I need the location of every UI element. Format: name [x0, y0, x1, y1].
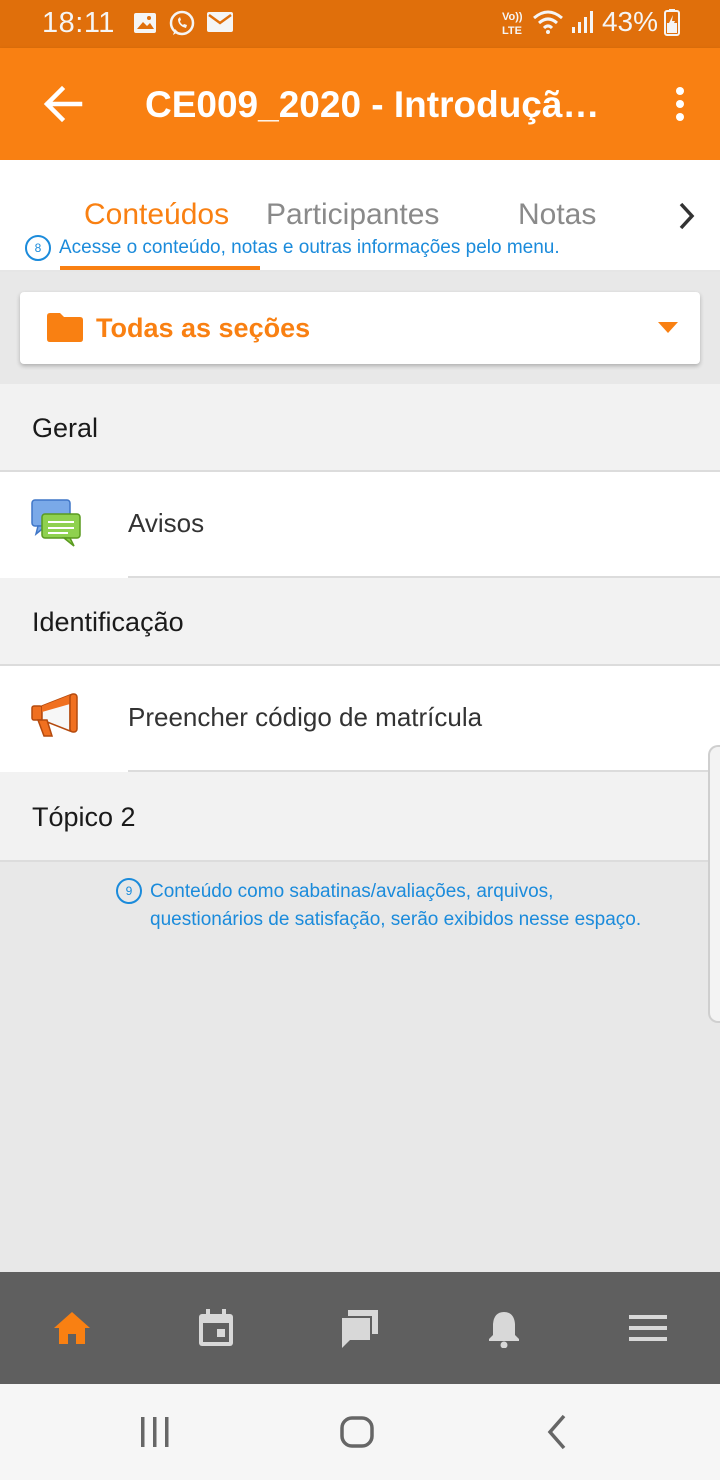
annotation-number: 8	[25, 235, 51, 261]
home-circle-icon[interactable]	[338, 1412, 376, 1452]
arrow-left-icon[interactable]	[40, 82, 88, 126]
system-nav-bar	[0, 1384, 720, 1480]
annotation-number: 9	[116, 878, 142, 904]
divider	[128, 576, 720, 578]
section-header-geral[interactable]: Geral	[0, 384, 720, 472]
back-chevron-icon[interactable]	[542, 1412, 572, 1452]
battery-percent: 43%	[601, 6, 658, 37]
notifications-icon[interactable]	[484, 1308, 524, 1348]
annotation-text: Conteúdo como sabatinas/avaliações, arqu…	[150, 881, 554, 902]
divider	[128, 770, 720, 772]
module-label: Preencher código de matrícula	[128, 702, 483, 732]
status-bar: 18:11 Vo)) LTE 43%	[0, 0, 720, 48]
recents-icon[interactable]	[138, 1412, 172, 1452]
course-contents: Geral Avisos Identificação Preencher cód…	[0, 384, 720, 862]
status-time: 18:11	[42, 7, 115, 39]
whatsapp-icon	[169, 10, 195, 36]
home-icon[interactable]	[52, 1308, 92, 1348]
svg-text:Vo)): Vo))	[502, 11, 523, 23]
active-tab-indicator	[60, 266, 260, 270]
module-avisos[interactable]: Avisos	[0, 472, 720, 578]
gallery-icon	[134, 13, 156, 33]
megaphone-icon	[31, 693, 78, 737]
wifi-icon	[532, 10, 563, 34]
tab-participantes[interactable]: Participantes	[266, 198, 439, 232]
status-right-group: Vo)) LTE 43%	[500, 6, 680, 38]
section-selector[interactable]: Todas as seções	[20, 292, 700, 364]
mail-icon	[207, 12, 233, 32]
more-vert-icon[interactable]	[670, 86, 690, 122]
dropdown-arrow-icon	[658, 322, 678, 333]
app-bar: CE009_2020 - Introdução...	[0, 48, 720, 160]
messages-icon[interactable]	[340, 1308, 380, 1348]
annotation-8: 8 Acesse o conteúdo, notas e outras info…	[25, 235, 560, 261]
forum-icon	[31, 499, 81, 547]
volte-icon: Vo)) LTE	[502, 11, 523, 36]
edge-panel-handle[interactable]	[708, 745, 720, 1023]
annotation-text-block: Conteúdo como sabatinas/avaliações, arqu…	[150, 878, 641, 934]
bottom-nav	[0, 1272, 720, 1384]
annotation-9: 9 Conteúdo como sabatinas/avaliações, ar…	[116, 878, 641, 934]
menu-icon[interactable]	[628, 1308, 668, 1348]
annotation-text: Acesse o conteúdo, notas e outras inform…	[59, 237, 560, 258]
folder-icon	[47, 313, 83, 342]
svg-text:LTE: LTE	[502, 25, 522, 36]
battery-icon	[664, 9, 680, 36]
module-label: Avisos	[128, 508, 205, 538]
module-preencher-codigo[interactable]: Preencher código de matrícula	[0, 666, 720, 772]
tab-notas[interactable]: Notas	[518, 198, 596, 232]
tab-conteudos[interactable]: Conteúdos	[84, 198, 229, 232]
chevron-right-icon[interactable]	[676, 200, 698, 232]
annotation-text: questionários de satisfação, serão exibi…	[150, 909, 642, 930]
page-title: CE009_2020 - Introdução...	[145, 84, 605, 125]
section-selector-label: Todas as seções	[96, 313, 311, 343]
calendar-icon[interactable]	[196, 1308, 236, 1348]
section-header-topico-2[interactable]: Tópico 2	[0, 772, 720, 862]
signal-icon	[571, 11, 593, 33]
section-header-identificacao[interactable]: Identificação	[0, 578, 720, 666]
